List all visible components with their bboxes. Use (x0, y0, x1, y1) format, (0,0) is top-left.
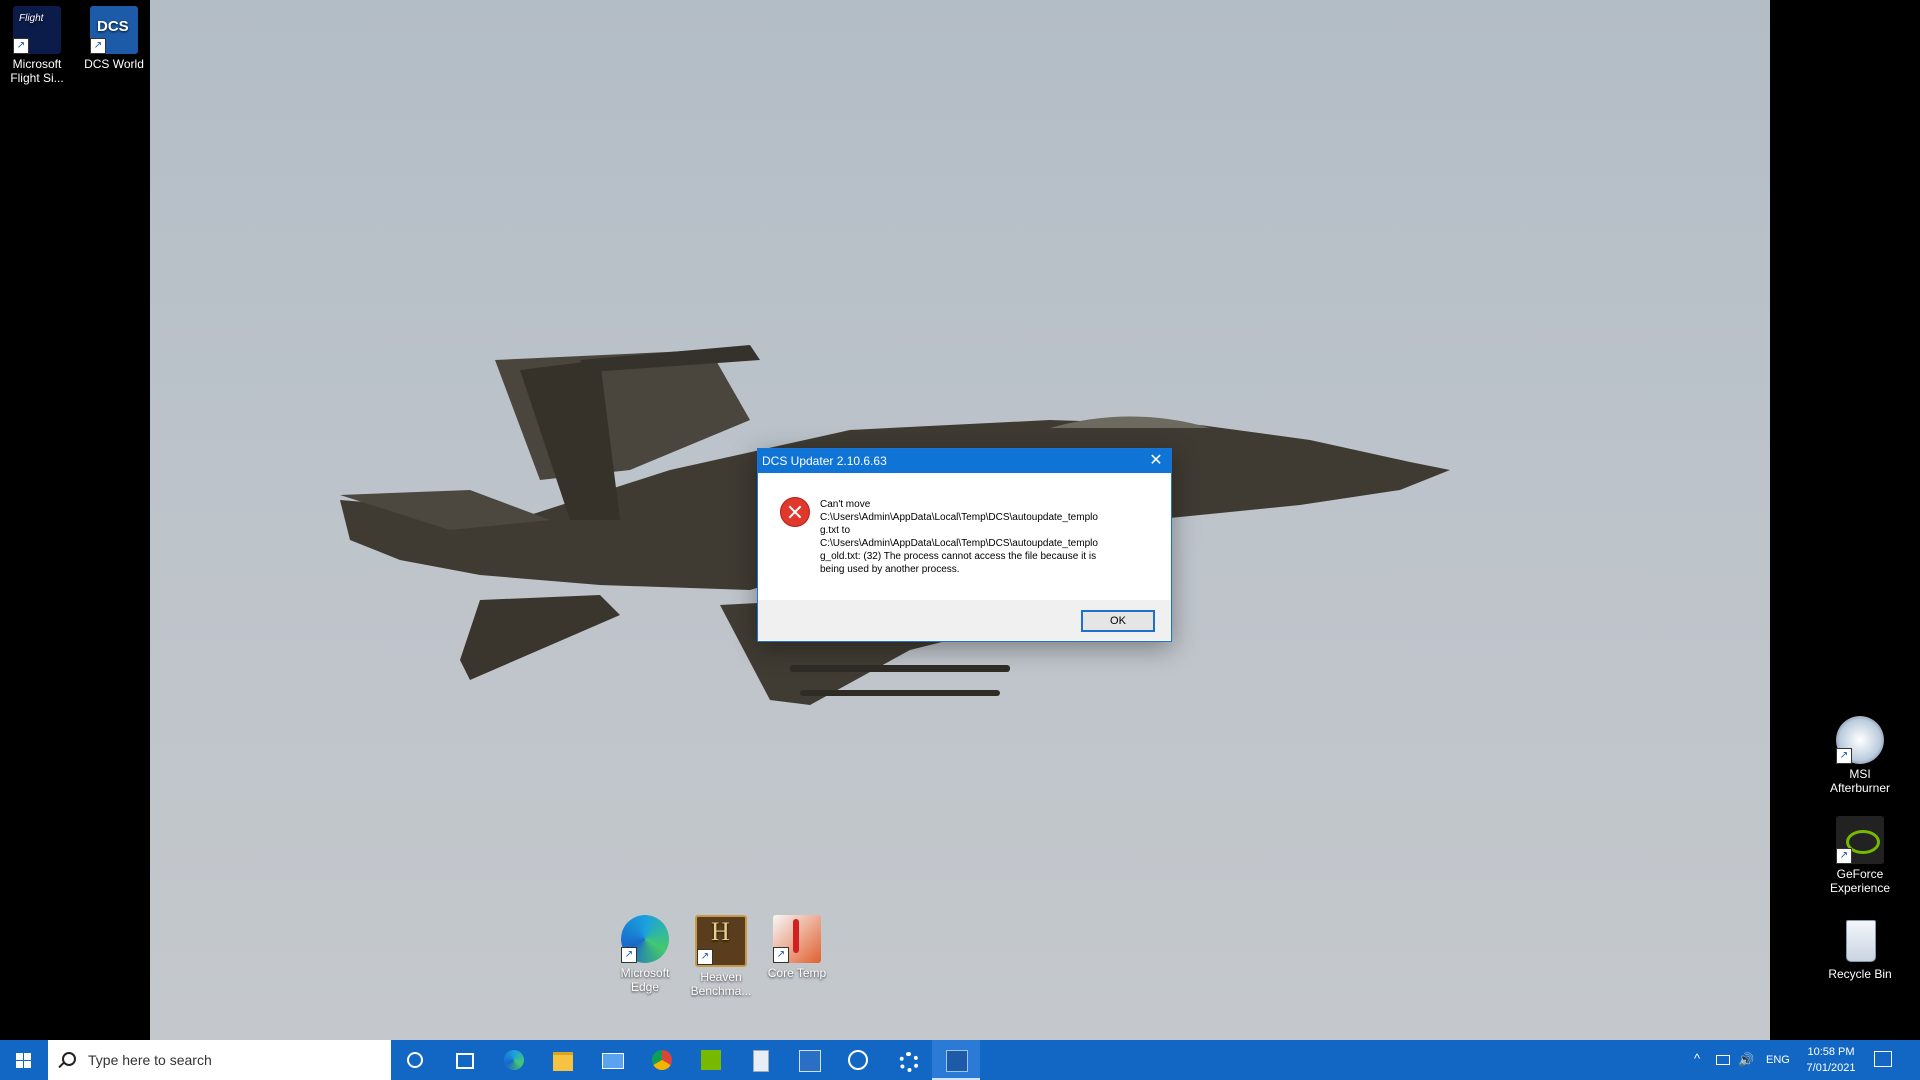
show-hidden-icons-chevron-icon[interactable]: ^ (1694, 1051, 1700, 1066)
flight-simulator-icon: Flight ↗ (13, 6, 61, 54)
desktop-icon-msi-afterburner[interactable]: ↗ MSI Afterburner (1820, 716, 1900, 795)
dialog-footer: OK (758, 600, 1171, 640)
clock-time: 10:58 PM (1807, 1046, 1855, 1058)
taskbar-nvidia[interactable] (687, 1040, 735, 1080)
desktop-icon-label: Heaven Benchma... (690, 970, 752, 998)
ok-button[interactable]: OK (1081, 610, 1155, 632)
desktop-icon-dcs-world[interactable]: DCS ↗ DCS World (74, 6, 154, 71)
dcs-icon (946, 1050, 968, 1072)
shortcut-arrow-icon: ↗ (90, 38, 106, 54)
taskbar-edge[interactable] (490, 1040, 538, 1080)
cortana-icon (407, 1052, 423, 1068)
task-view-icon (456, 1053, 474, 1069)
desktop-icon-geforce-experience[interactable]: ↗ GeForce Experience (1820, 816, 1900, 895)
geforce-icon: ↗ (1836, 816, 1884, 864)
notepad-icon (753, 1050, 769, 1072)
desktop-icon-label: Recycle Bin (1828, 967, 1892, 981)
network-icon[interactable] (1716, 1055, 1730, 1065)
taskbar-mail[interactable] (588, 1040, 636, 1080)
taskbar-file-explorer[interactable] (539, 1040, 587, 1080)
desktop-icon-flight-simulator[interactable]: Flight ↗ Microsoft Flight Si... (0, 6, 77, 85)
core-temp-icon: ↗ (773, 915, 821, 963)
nvidia-icon (701, 1050, 721, 1070)
desktop-icon-label: MSI Afterburner (1829, 767, 1891, 795)
desktop-icon-label: GeForce Experience (1829, 867, 1891, 895)
desktop-icon-label: Microsoft Flight Si... (10, 57, 64, 85)
xbox-icon (848, 1050, 868, 1070)
shortcut-arrow-icon: ↗ (697, 949, 713, 965)
start-button[interactable] (0, 1040, 48, 1080)
desktop-icon-recycle-bin[interactable]: Recycle Bin (1820, 916, 1900, 981)
system-tray: ^ 🔊 ENG (1692, 1040, 1792, 1080)
file-explorer-icon (553, 1052, 573, 1071)
taskbar-settings[interactable] (883, 1040, 931, 1080)
shortcut-arrow-icon: ↗ (13, 38, 29, 54)
clock[interactable]: 10:58 PM 7/01/2021 (1796, 1040, 1866, 1080)
edge-icon: ↗ (621, 915, 669, 963)
search-placeholder: Type here to search (88, 1052, 212, 1068)
chrome-icon (652, 1050, 672, 1070)
language-indicator[interactable]: ENG (1766, 1054, 1790, 1066)
shortcut-arrow-icon: ↗ (773, 947, 789, 963)
windows-icon (16, 1053, 31, 1068)
close-icon: ✕ (1149, 452, 1163, 469)
recycle-bin-icon (1836, 916, 1884, 964)
notification-center-icon[interactable] (1874, 1051, 1892, 1067)
error-icon (780, 497, 810, 527)
dialog-body: Can't move C:\Users\Admin\AppData\Local\… (758, 473, 1171, 600)
desktop-icon-label: Microsoft Edge (620, 966, 670, 994)
dialog-titlebar[interactable]: DCS Updater 2.10.6.63 ✕ (758, 449, 1171, 473)
taskbar-search[interactable]: Type here to search (48, 1040, 391, 1080)
dialog-title: DCS Updater 2.10.6.63 (762, 454, 887, 468)
task-view-button[interactable] (440, 1040, 488, 1080)
desktop-icon-edge[interactable]: ↗ Microsoft Edge (605, 915, 685, 994)
desktop-icon-heaven-benchmark[interactable]: H ↗ Heaven Benchma... (681, 915, 761, 998)
volume-icon[interactable]: 🔊 (1738, 1052, 1754, 1068)
taskbar-chrome[interactable] (638, 1040, 686, 1080)
taskbar: Type here to search ^ 🔊 ENG 10:58 PM 7/0… (0, 1040, 1920, 1080)
clock-date: 7/01/2021 (1806, 1062, 1856, 1074)
shortcut-arrow-icon: ↗ (1836, 748, 1852, 764)
outlook-icon (799, 1050, 821, 1072)
shortcut-arrow-icon: ↗ (1836, 848, 1852, 864)
error-message: Can't move C:\Users\Admin\AppData\Local\… (820, 499, 1098, 575)
settings-icon (899, 1052, 919, 1072)
close-button[interactable]: ✕ (1141, 449, 1171, 473)
search-icon (62, 1052, 76, 1066)
dcs-icon: DCS ↗ (90, 6, 138, 54)
edge-icon (504, 1050, 524, 1070)
shortcut-arrow-icon: ↗ (621, 947, 637, 963)
taskbar-dcs[interactable] (932, 1040, 980, 1080)
mail-icon (602, 1053, 624, 1069)
desktop-icon-label: DCS World (84, 57, 144, 71)
desktop-icon-core-temp[interactable]: ↗ Core Temp (757, 915, 837, 980)
heaven-benchmark-icon: H ↗ (695, 915, 747, 967)
cortana-button[interactable] (391, 1040, 439, 1080)
msi-afterburner-icon: ↗ (1836, 716, 1884, 764)
taskbar-outlook[interactable] (785, 1040, 833, 1080)
error-dialog: DCS Updater 2.10.6.63 ✕ Can't move C:\Us… (757, 448, 1172, 642)
taskbar-notepad[interactable] (736, 1040, 784, 1080)
desktop-icon-label: Core Temp (767, 966, 827, 980)
taskbar-xbox[interactable] (834, 1040, 882, 1080)
